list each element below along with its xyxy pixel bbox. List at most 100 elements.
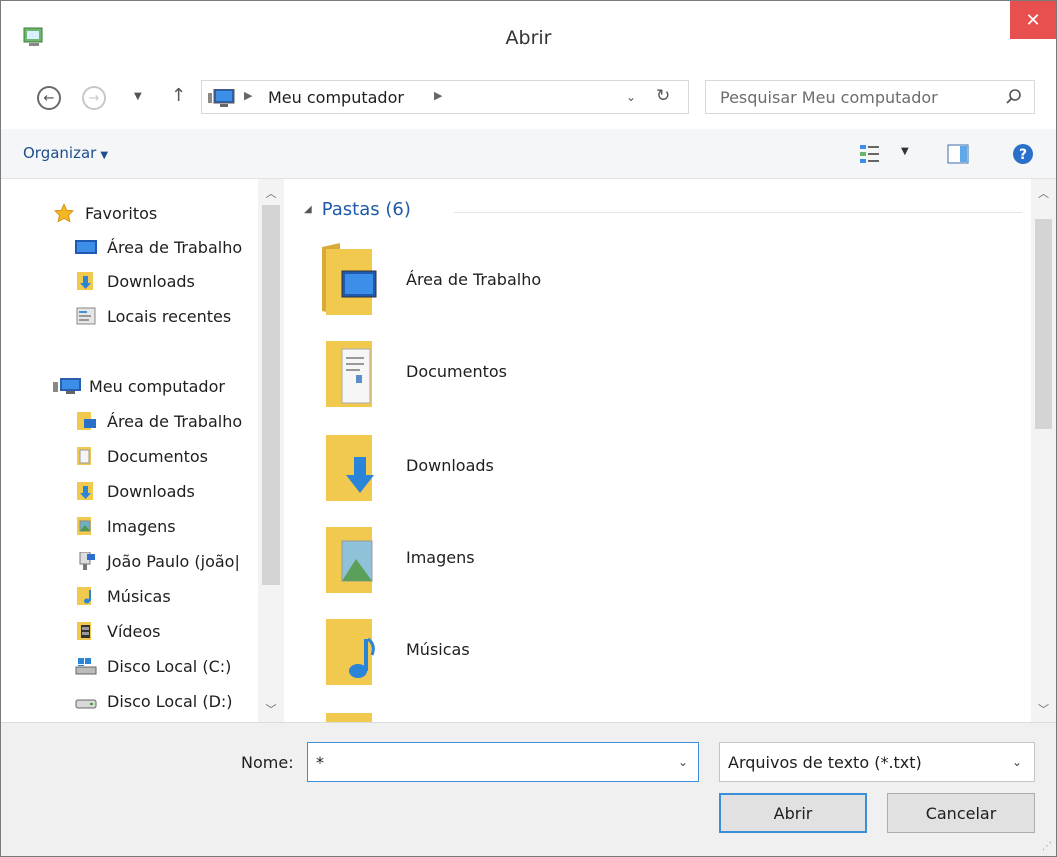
open-file-dialog: Abrir ✕ ← → ▼ ↑ ▶ Meu computador ▶ ⌄ ↻ P… [0, 0, 1057, 857]
nav-computer-item-downloads[interactable]: Downloads [75, 475, 195, 507]
navigation-pane: Favoritos Área de Trabalho Downloads Loc… [1, 179, 284, 722]
scroll-down-icon[interactable]: ﹀ [1031, 701, 1056, 717]
search-input[interactable]: Pesquisar Meu computador [705, 80, 1035, 114]
nav-item-label: Área de Trabalho [107, 411, 243, 431]
scroll-down-icon[interactable]: ﹀ [258, 701, 284, 717]
folder-label: Imagens [406, 547, 475, 567]
resize-grip-icon[interactable]: ⋰ [1042, 841, 1052, 852]
nav-favorites-item-recent[interactable]: Locais recentes [75, 300, 231, 332]
documents-folder-icon [326, 341, 372, 407]
chevron-right-icon[interactable]: ▶ [434, 89, 442, 102]
back-arrow-icon: ← [43, 90, 55, 106]
forward-button[interactable]: → [82, 86, 106, 110]
content-pane-scroll-thumb[interactable] [1035, 219, 1052, 429]
caret-down-icon: ▼ [100, 150, 109, 161]
nav-favorites-label: Favoritos [85, 203, 158, 223]
help-icon[interactable]: ? [1012, 143, 1034, 165]
back-button[interactable]: ← [37, 86, 61, 110]
nav-computer-item-drive-c[interactable]: Disco Local (C:) [75, 650, 231, 682]
search-placeholder: Pesquisar Meu computador [720, 88, 938, 107]
open-button-label: Abrir [773, 803, 813, 823]
folder-item-documents[interactable]: Documentos [320, 331, 507, 411]
folders-group-header[interactable]: ◢ Pastas (6) [304, 199, 411, 220]
nav-item-label: Downloads [107, 271, 195, 291]
downloads-folder-icon [326, 435, 374, 501]
nav-item-label: Locais recentes [107, 306, 232, 326]
address-path[interactable]: Meu computador [268, 88, 404, 107]
window-title: Abrir [505, 27, 552, 49]
search-icon [1006, 89, 1021, 104]
nav-my-computer[interactable]: Meu computador [53, 370, 225, 402]
nav-item-label: Disco Local (D:) [107, 691, 233, 711]
collapse-triangle-icon[interactable]: ◢ [304, 204, 312, 215]
folder-label: Downloads [406, 455, 494, 475]
nav-item-label: Imagens [107, 516, 176, 536]
nav-item-label: Área de Trabalho [107, 237, 243, 257]
folder-item-music[interactable]: Músicas [320, 609, 470, 689]
folder-item-pictures[interactable]: Imagens [320, 517, 475, 597]
chevron-down-icon[interactable]: ⌄ [626, 90, 636, 104]
forward-arrow-icon: → [88, 90, 100, 106]
nav-computer-item-desktop[interactable]: Área de Trabalho [75, 405, 242, 437]
folder-item-desktop[interactable]: Área de Trabalho [320, 239, 541, 319]
nav-item-label: Disco Local (C:) [107, 656, 232, 676]
content-pane-scrollbar[interactable]: ︿ ﹀ [1031, 179, 1056, 722]
nav-computer-item-network[interactable]: João Paulo (joão| [75, 545, 240, 577]
navigation-pane-scrollbar[interactable]: ︿ ﹀ [258, 179, 284, 722]
nav-computer-item-pictures[interactable]: Imagens [75, 510, 176, 542]
computer-icon [53, 378, 81, 394]
nav-computer-item-drive-d[interactable]: Disco Local (D:) [75, 685, 233, 717]
nav-favorites[interactable]: Favoritos [53, 197, 157, 229]
command-toolbar: Organizar ▼ ▼ ? [1, 129, 1056, 179]
videos-folder-icon [77, 622, 91, 640]
preview-pane-icon[interactable] [947, 143, 969, 165]
view-options-icon[interactable] [859, 143, 881, 165]
file-name-input[interactable]: * ⌄ [307, 742, 699, 782]
nav-my-computer-label: Meu computador [89, 376, 225, 396]
scroll-up-icon[interactable]: ︿ [1031, 185, 1056, 201]
nav-favorites-item-desktop[interactable]: Área de Trabalho [75, 231, 242, 263]
close-button[interactable]: ✕ [1010, 1, 1056, 39]
folder-item-downloads[interactable]: Downloads [320, 425, 494, 505]
organize-menu-button[interactable]: Organizar ▼ [23, 144, 108, 162]
cancel-button[interactable]: Cancelar [887, 793, 1035, 833]
folder-item-partial[interactable] [320, 703, 378, 722]
file-type-select[interactable]: Arquivos de texto (*.txt) ⌄ [719, 742, 1035, 782]
nav-item-label: Músicas [107, 586, 171, 606]
nav-computer-item-videos[interactable]: Vídeos [75, 615, 161, 647]
close-icon: ✕ [1025, 9, 1041, 31]
file-name-label: Nome: [241, 753, 294, 772]
nav-computer-item-music[interactable]: Músicas [75, 580, 171, 612]
nav-item-label: Documentos [107, 446, 209, 466]
desktop-folder-icon [77, 412, 96, 430]
up-arrow-icon[interactable]: ↑ [171, 85, 186, 106]
desktop-folder-icon [322, 243, 377, 315]
refresh-icon[interactable]: ↻ [656, 86, 670, 106]
folder-icon [326, 713, 372, 722]
chevron-down-icon[interactable]: ⌄ [1012, 755, 1022, 769]
chevron-down-icon[interactable]: ⌄ [678, 755, 688, 769]
group-divider [454, 212, 1022, 213]
cancel-button-label: Cancelar [925, 803, 997, 823]
nav-computer-item-documents[interactable]: Documentos [75, 440, 208, 472]
file-name-value: * [316, 753, 324, 772]
scroll-up-icon[interactable]: ︿ [258, 185, 284, 201]
dialog-footer: Nome: * ⌄ Arquivos de texto (*.txt) ⌄ Ab… [1, 722, 1056, 856]
recent-places-icon [76, 307, 96, 325]
open-button[interactable]: Abrir [719, 793, 867, 833]
computer-icon [208, 89, 235, 107]
file-type-value: Arquivos de texto (*.txt) [728, 753, 922, 772]
system-drive-icon [75, 658, 97, 675]
recent-locations-dropdown-icon[interactable]: ▼ [134, 91, 142, 102]
nav-item-label: Downloads [107, 481, 195, 501]
local-drive-icon [75, 699, 97, 709]
navigation-pane-scroll-thumb[interactable] [262, 205, 280, 585]
pictures-folder-icon [326, 527, 373, 593]
address-bar[interactable]: ▶ Meu computador ▶ ⌄ ↻ [201, 80, 689, 114]
nav-item-label: João Paulo (joão| [107, 551, 240, 571]
view-dropdown-icon[interactable]: ▼ [901, 146, 909, 157]
downloads-folder-icon [77, 272, 93, 290]
nav-favorites-item-downloads[interactable]: Downloads [75, 265, 195, 297]
downloads-folder-icon [77, 482, 93, 500]
folder-label: Músicas [406, 639, 470, 659]
